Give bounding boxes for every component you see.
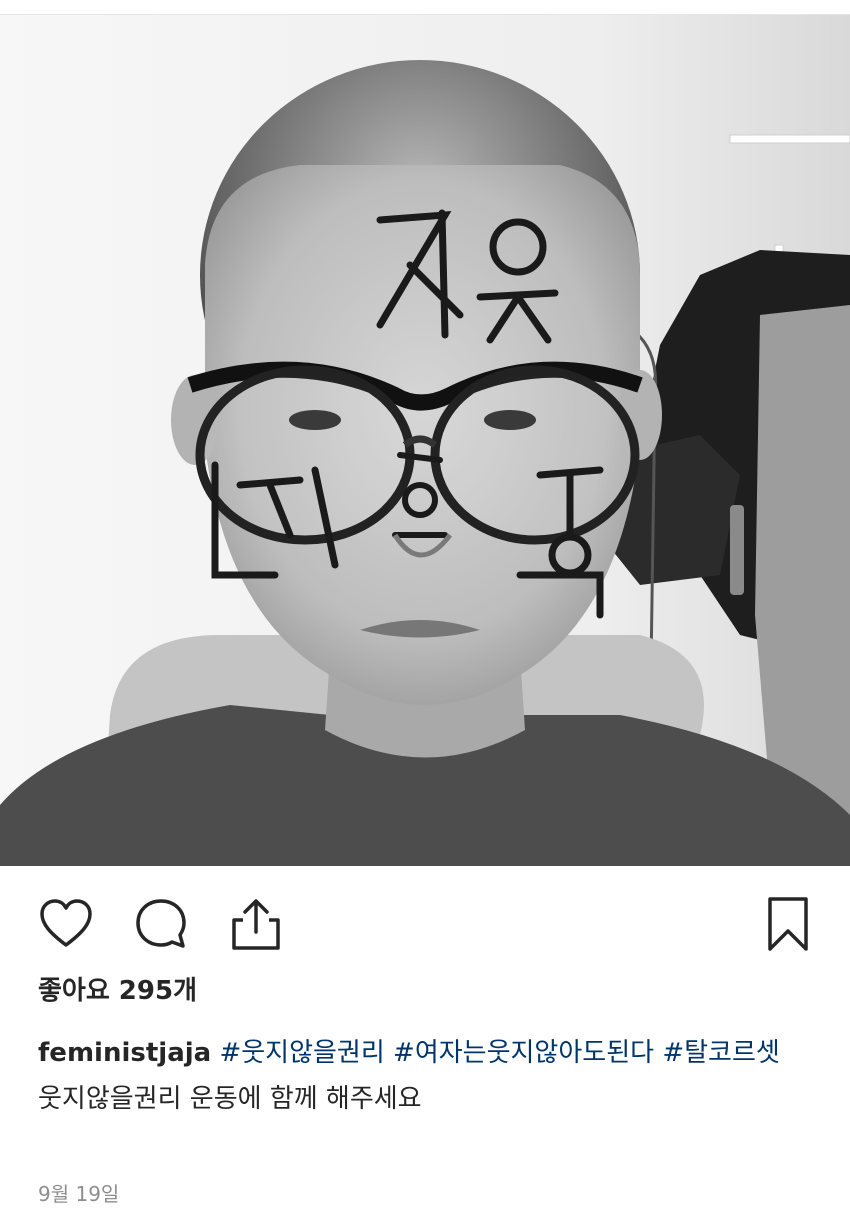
hashtag-link[interactable]: #여자는웃지않아도된다 <box>393 1038 654 1068</box>
hashtag-link[interactable]: #탈코르셋 <box>662 1038 779 1068</box>
comment-icon <box>136 899 186 948</box>
post-caption: feministjaja #웃지않을권리 #여자는웃지않아도된다 #탈코르셋 웃… <box>38 1032 813 1120</box>
comment-button[interactable] <box>131 894 191 954</box>
bookmark-icon <box>768 897 808 951</box>
caption-body: 웃지않을권리 운동에 함께 해주세요 <box>38 1084 422 1114</box>
post-photo[interactable] <box>0 15 850 866</box>
post-photo-illustration <box>0 15 850 866</box>
share-icon <box>232 899 280 950</box>
share-button[interactable] <box>226 894 286 954</box>
hashtag-link[interactable]: #웃지않을권리 <box>219 1038 384 1068</box>
heart-icon <box>40 899 92 947</box>
post-date: 9월 19일 <box>38 1182 120 1206</box>
save-button[interactable] <box>758 894 818 954</box>
caption-username[interactable]: feministjaja <box>38 1038 211 1068</box>
likes-count[interactable]: 좋아요 295개 <box>38 970 197 1007</box>
like-button[interactable] <box>36 894 96 954</box>
post-action-bar <box>0 884 850 964</box>
